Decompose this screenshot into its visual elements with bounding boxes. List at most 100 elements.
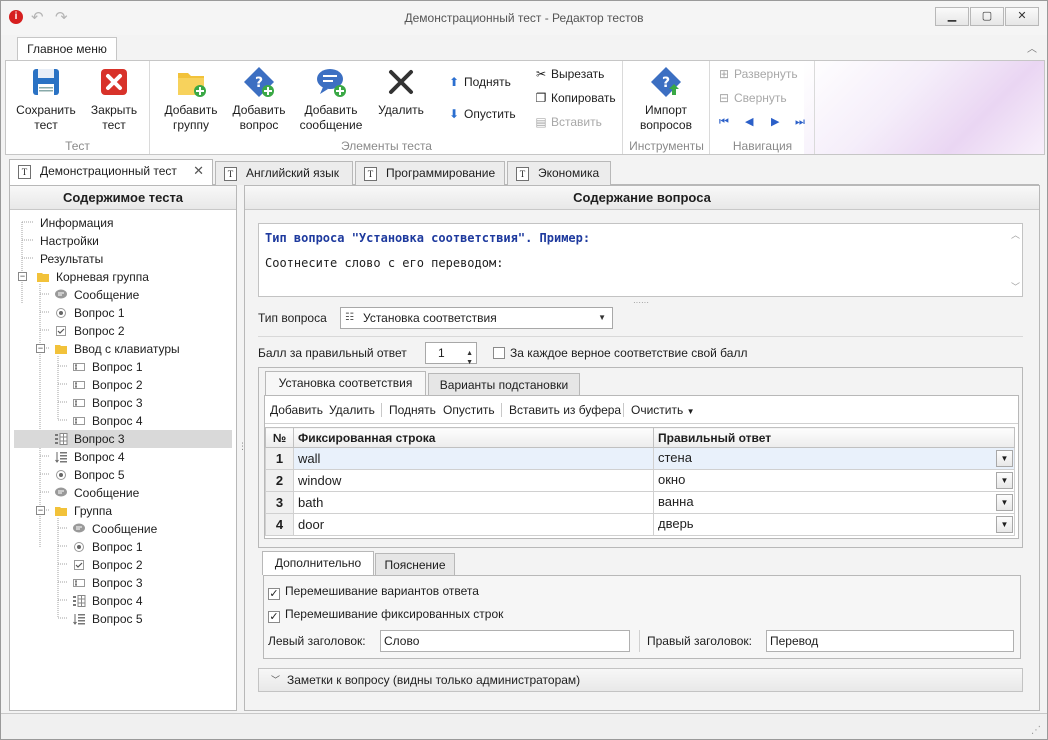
question-editor[interactable]: Тип вопроса "Установка соответствия". Пр… <box>258 223 1023 297</box>
tree-item[interactable]: Сообщение <box>54 286 139 304</box>
answer-cell[interactable]: стена ▼ <box>653 447 1015 470</box>
tree-item[interactable]: Вопрос 2 <box>54 322 125 340</box>
chevron-down-icon[interactable]: ▼ <box>996 472 1013 489</box>
col-header-fixed[interactable]: Фиксированная строка <box>293 427 654 448</box>
delete-button[interactable]: Удалить <box>367 65 435 118</box>
expand-button[interactable]: ⊞ Развернуть <box>717 64 798 84</box>
close-test-button[interactable]: Закрыть тест <box>80 65 148 133</box>
fixed-string-cell[interactable]: window <box>293 469 654 492</box>
close-tab-icon[interactable]: ✕ <box>193 160 204 182</box>
doc-tab-economics[interactable]: T Экономика <box>507 161 611 185</box>
fixed-string-cell[interactable]: wall <box>293 447 654 470</box>
tree-item[interactable]: Сообщение <box>72 520 157 538</box>
checkbox-icon <box>54 325 68 337</box>
per-match-score-checkbox[interactable]: За каждое верное соответствие свой балл <box>493 346 747 360</box>
table-row[interactable]: 4 door дверь ▼ <box>265 513 1015 536</box>
tree-item[interactable]: Вопрос 1 <box>72 358 143 376</box>
collapse-button[interactable]: ⊟ Свернуть <box>717 88 787 108</box>
copy-button[interactable]: ❐ Копировать <box>534 88 616 108</box>
tree-collapse-icon[interactable]: − <box>18 272 27 281</box>
collapse-ribbon-icon[interactable]: ︿ <box>1027 40 1037 55</box>
tree-collapse-icon[interactable]: − <box>36 344 45 353</box>
doc-tab-demo[interactable]: T Демонстрационный тест ✕ <box>9 159 213 186</box>
paste-button[interactable]: ▤ Вставить <box>534 112 602 132</box>
answer-cell[interactable]: окно ▼ <box>653 469 1015 492</box>
chevron-down-icon[interactable]: ▼ <box>996 450 1013 467</box>
nav-last-button[interactable]: ⏭ <box>795 112 805 132</box>
ribbon-tab-main[interactable]: Главное меню <box>17 37 117 62</box>
tree-item[interactable]: Информация <box>40 214 113 232</box>
add-message-button[interactable]: Добавить сообщение <box>297 65 365 133</box>
tab-substitution[interactable]: Варианты подстановки <box>428 373 580 395</box>
tree-item[interactable]: Настройки <box>40 232 99 250</box>
clear-dropdown-button[interactable]: Очистить ▼ <box>631 403 695 417</box>
answer-cell[interactable]: ванна ▼ <box>653 491 1015 514</box>
tree-item[interactable]: Вопрос 3 <box>72 574 143 592</box>
tree-item[interactable]: Вопрос 1 <box>72 538 143 556</box>
add-message-icon <box>314 65 348 99</box>
grid-add-button[interactable]: Добавить <box>270 403 323 417</box>
cut-button[interactable]: ✂ Вырезать <box>534 64 604 84</box>
tree-item[interactable]: Вопрос 5 <box>54 466 125 484</box>
tree-item[interactable]: Результаты <box>40 250 103 268</box>
tree-item[interactable]: Вопрос 5 <box>72 610 143 628</box>
shuffle-answers-checkbox[interactable]: ✓ Перемешивание вариантов ответа <box>268 584 479 600</box>
save-test-button[interactable]: Сохранить тест <box>12 65 80 133</box>
question-type-select[interactable]: ☷ Установка соответствия ▼ <box>340 307 613 329</box>
nav-first-button[interactable]: ⏮ <box>719 112 729 132</box>
maximize-button[interactable]: ▢ <box>970 7 1004 26</box>
tab-additional[interactable]: Дополнительно <box>262 551 374 575</box>
tree-item[interactable]: Вопрос 1 <box>54 304 125 322</box>
tab-explanation[interactable]: Пояснение <box>375 553 455 575</box>
tree-item[interactable]: − Группа <box>36 502 112 520</box>
table-row[interactable]: 3 bath ванна ▼ <box>265 491 1015 514</box>
resize-grip-icon[interactable]: ⋰ <box>1031 725 1041 736</box>
scroll-down-icon[interactable]: ﹀ <box>1011 280 1020 293</box>
grid-down-button[interactable]: Опустить <box>443 403 495 417</box>
nav-prev-button[interactable]: ◀ <box>745 112 753 132</box>
add-question-button[interactable]: ? Добавить вопрос <box>225 65 293 133</box>
tree-item[interactable]: Вопрос 3 <box>14 430 232 448</box>
table-row[interactable]: 2 window окно ▼ <box>265 469 1015 492</box>
tab-matching[interactable]: Установка соответствия <box>265 371 426 395</box>
tree-item[interactable]: − Ввод с клавиатуры <box>36 340 180 358</box>
paste-from-buffer-button[interactable]: Вставить из буфера <box>509 403 621 417</box>
right-header-input[interactable]: Перевод <box>766 630 1014 652</box>
col-header-number[interactable]: № <box>265 427 294 448</box>
chevron-down-icon[interactable]: ▼ <box>996 494 1013 511</box>
doc-tab-programming[interactable]: T Программирование <box>355 161 505 185</box>
tree-item[interactable]: − Корневая группа <box>18 268 149 286</box>
tree-item[interactable]: Сообщение <box>54 484 139 502</box>
copy-label: Копировать <box>551 91 616 105</box>
tree-item[interactable]: Вопрос 2 <box>72 556 143 574</box>
add-group-button[interactable]: Добавить группу <box>157 65 225 133</box>
fixed-string-cell[interactable]: bath <box>293 491 654 514</box>
left-header-input[interactable]: Слово <box>380 630 630 652</box>
grid-up-button[interactable]: Поднять <box>389 403 436 417</box>
fixed-string-cell[interactable]: door <box>293 513 654 536</box>
chevron-down-icon[interactable]: ▼ <box>996 516 1013 533</box>
tree-item[interactable]: Вопрос 4 <box>54 448 125 466</box>
close-window-button[interactable]: ✕ <box>1005 7 1039 26</box>
tree-item[interactable]: Вопрос 4 <box>72 592 143 610</box>
resize-grip-icon[interactable]: ······ <box>633 298 649 307</box>
shuffle-fixed-checkbox[interactable]: ✓ Перемешивание фиксированных строк <box>268 607 503 623</box>
question-notes-expander[interactable]: ﹀ Заметки к вопросу (видны только админи… <box>258 668 1023 692</box>
score-stepper[interactable]: 1 ▲ ▼ <box>425 342 477 366</box>
table-row[interactable]: 1 wall стена ▼ <box>265 447 1015 470</box>
import-questions-button[interactable]: ? Импорт вопросов <box>632 65 700 133</box>
tree-item[interactable]: Вопрос 3 <box>72 394 143 412</box>
tree-item[interactable]: Вопрос 2 <box>72 376 143 394</box>
test-doc-icon: T <box>18 165 31 179</box>
doc-tab-english[interactable]: T Английский язык <box>215 161 353 185</box>
scroll-up-icon[interactable]: ︿ <box>1011 228 1020 241</box>
grid-delete-button[interactable]: Удалить <box>329 403 375 417</box>
answer-cell[interactable]: дверь ▼ <box>653 513 1015 536</box>
move-down-button[interactable]: ⬇ Опустить <box>447 104 516 124</box>
tree-item[interactable]: Вопрос 4 <box>72 412 143 430</box>
col-header-answer[interactable]: Правильный ответ <box>653 427 1015 448</box>
nav-next-button[interactable]: ▶ <box>771 112 779 132</box>
move-up-button[interactable]: ⬆ Поднять <box>447 72 511 92</box>
tree-collapse-icon[interactable]: − <box>36 506 45 515</box>
minimize-button[interactable]: ▁ <box>935 7 969 26</box>
